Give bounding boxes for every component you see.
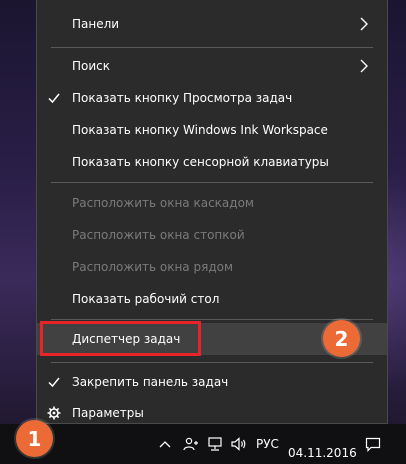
step-badge-1: 1 xyxy=(16,420,53,457)
tray-clock[interactable]: 04.11.2016 xyxy=(288,424,357,464)
menu-item-panels[interactable]: Панели xyxy=(37,8,387,40)
gear-icon xyxy=(47,406,61,420)
menu-item-lock-taskbar[interactable]: Закрепить панель задач xyxy=(37,366,387,398)
tray-language-indicator[interactable]: РУС xyxy=(256,424,279,464)
menu-item-label: Показать кнопку Windows Ink Workspace xyxy=(72,123,328,137)
menu-item-label: Расположить окна рядом xyxy=(72,260,234,274)
chevron-right-icon xyxy=(360,59,368,73)
volume-icon xyxy=(231,437,246,451)
menu-item-label: Поиск xyxy=(72,59,111,73)
tray-notification-button[interactable] xyxy=(362,424,384,464)
menu-item-show-ink-workspace[interactable]: Показать кнопку Windows Ink Workspace xyxy=(37,114,387,146)
tray-date: 04.11.2016 xyxy=(288,446,357,460)
menu-item-label: Показать кнопку сенсорной клавиатуры xyxy=(72,155,329,169)
checkmark-icon xyxy=(48,377,60,388)
menu-separator xyxy=(51,182,373,183)
menu-separator xyxy=(51,362,373,363)
task-manager-highlight xyxy=(40,321,201,356)
menu-item-label: Закрепить панель задач xyxy=(72,375,229,389)
menu-item-search[interactable]: Поиск xyxy=(37,50,387,82)
desktop-screen: i Панели Поиск Показать кнопку Просмотра… xyxy=(0,0,406,464)
menu-item-cascade-windows: Расположить окна каскадом xyxy=(37,187,387,219)
menu-item-label: Панели xyxy=(72,17,120,31)
menu-item-label: Показать кнопку Просмотра задач xyxy=(72,91,293,105)
chevron-right-icon xyxy=(360,17,368,31)
people-icon xyxy=(183,437,198,451)
tray-network-button[interactable] xyxy=(204,424,226,464)
menu-item-show-touch-keyboard[interactable]: Показать кнопку сенсорной клавиатуры xyxy=(37,146,387,178)
taskbar[interactable]: РУС 04.11.2016 xyxy=(0,424,406,464)
taskbar-context-menu: Панели Поиск Показать кнопку Просмотра з… xyxy=(36,0,388,424)
menu-separator xyxy=(51,47,373,48)
network-icon xyxy=(208,437,222,451)
menu-item-show-task-view[interactable]: Показать кнопку Просмотра задач xyxy=(37,82,387,114)
menu-separator xyxy=(51,319,373,320)
menu-item-label: Расположить окна каскадом xyxy=(72,196,254,210)
checkmark-icon xyxy=(48,93,60,104)
notification-icon xyxy=(365,437,381,452)
menu-item-stack-windows: Расположить окна стопкой xyxy=(37,219,387,251)
menu-item-show-desktop[interactable]: Показать рабочий стол xyxy=(37,283,387,315)
tray-volume-button[interactable] xyxy=(228,424,250,464)
menu-item-side-by-side-windows: Расположить окна рядом xyxy=(37,251,387,283)
chevron-up-icon xyxy=(159,441,171,448)
menu-item-label: Показать рабочий стол xyxy=(72,292,220,306)
menu-item-label: Расположить окна стопкой xyxy=(72,228,245,242)
tray-people-button[interactable] xyxy=(180,424,202,464)
menu-item-label: Параметры xyxy=(72,406,144,420)
tray-overflow-button[interactable] xyxy=(156,424,174,464)
step-badge-2: 2 xyxy=(323,320,360,357)
